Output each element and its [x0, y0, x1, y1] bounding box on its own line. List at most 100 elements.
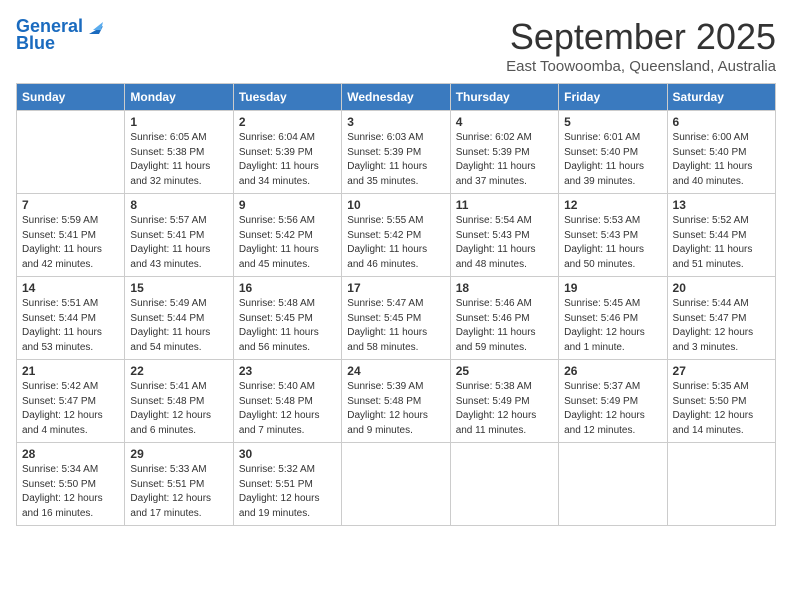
day-number: 28	[22, 447, 119, 461]
day-cell	[667, 443, 775, 526]
day-info: Sunrise: 5:35 AMSunset: 5:50 PMDaylight:…	[673, 381, 754, 436]
day-number: 27	[673, 364, 770, 378]
header-cell-thursday: Thursday	[450, 84, 558, 111]
day-cell: 5 Sunrise: 6:01 AMSunset: 5:40 PMDayligh…	[559, 111, 667, 194]
header-cell-friday: Friday	[559, 84, 667, 111]
day-cell: 18 Sunrise: 5:46 AMSunset: 5:46 PMDaylig…	[450, 277, 558, 360]
day-number: 10	[347, 198, 444, 212]
logo-icon	[85, 16, 107, 38]
day-number: 8	[130, 198, 227, 212]
day-info: Sunrise: 5:32 AMSunset: 5:51 PMDaylight:…	[239, 464, 320, 519]
day-info: Sunrise: 5:41 AMSunset: 5:48 PMDaylight:…	[130, 381, 211, 436]
day-cell: 19 Sunrise: 5:45 AMSunset: 5:46 PMDaylig…	[559, 277, 667, 360]
day-cell: 21 Sunrise: 5:42 AMSunset: 5:47 PMDaylig…	[17, 360, 125, 443]
day-info: Sunrise: 5:44 AMSunset: 5:47 PMDaylight:…	[673, 298, 754, 353]
header-cell-monday: Monday	[125, 84, 233, 111]
day-info: Sunrise: 6:05 AMSunset: 5:38 PMDaylight:…	[130, 132, 210, 187]
header-cell-sunday: Sunday	[17, 84, 125, 111]
day-info: Sunrise: 6:01 AMSunset: 5:40 PMDaylight:…	[564, 132, 644, 187]
day-cell: 9 Sunrise: 5:56 AMSunset: 5:42 PMDayligh…	[233, 194, 341, 277]
day-info: Sunrise: 5:39 AMSunset: 5:48 PMDaylight:…	[347, 381, 428, 436]
day-info: Sunrise: 5:45 AMSunset: 5:46 PMDaylight:…	[564, 298, 645, 353]
day-info: Sunrise: 6:02 AMSunset: 5:39 PMDaylight:…	[456, 132, 536, 187]
day-cell: 3 Sunrise: 6:03 AMSunset: 5:39 PMDayligh…	[342, 111, 450, 194]
header-row: SundayMondayTuesdayWednesdayThursdayFrid…	[17, 84, 776, 111]
header-cell-saturday: Saturday	[667, 84, 775, 111]
day-cell: 13 Sunrise: 5:52 AMSunset: 5:44 PMDaylig…	[667, 194, 775, 277]
day-cell: 25 Sunrise: 5:38 AMSunset: 5:49 PMDaylig…	[450, 360, 558, 443]
day-cell: 12 Sunrise: 5:53 AMSunset: 5:43 PMDaylig…	[559, 194, 667, 277]
day-cell: 20 Sunrise: 5:44 AMSunset: 5:47 PMDaylig…	[667, 277, 775, 360]
day-number: 7	[22, 198, 119, 212]
day-info: Sunrise: 5:56 AMSunset: 5:42 PMDaylight:…	[239, 215, 319, 270]
day-number: 6	[673, 115, 770, 129]
day-info: Sunrise: 5:52 AMSunset: 5:44 PMDaylight:…	[673, 215, 753, 270]
day-info: Sunrise: 6:00 AMSunset: 5:40 PMDaylight:…	[673, 132, 753, 187]
logo-text-blue: Blue	[16, 34, 55, 54]
subtitle: East Toowoomba, Queensland, Australia	[506, 58, 776, 75]
day-cell: 24 Sunrise: 5:39 AMSunset: 5:48 PMDaylig…	[342, 360, 450, 443]
day-cell: 17 Sunrise: 5:47 AMSunset: 5:45 PMDaylig…	[342, 277, 450, 360]
day-number: 5	[564, 115, 661, 129]
day-info: Sunrise: 5:37 AMSunset: 5:49 PMDaylight:…	[564, 381, 645, 436]
day-number: 26	[564, 364, 661, 378]
day-cell: 30 Sunrise: 5:32 AMSunset: 5:51 PMDaylig…	[233, 443, 341, 526]
day-number: 23	[239, 364, 336, 378]
day-number: 30	[239, 447, 336, 461]
month-title: September 2025	[506, 16, 776, 58]
week-row-1: 1 Sunrise: 6:05 AMSunset: 5:38 PMDayligh…	[17, 111, 776, 194]
day-cell: 26 Sunrise: 5:37 AMSunset: 5:49 PMDaylig…	[559, 360, 667, 443]
week-row-5: 28 Sunrise: 5:34 AMSunset: 5:50 PMDaylig…	[17, 443, 776, 526]
day-info: Sunrise: 5:48 AMSunset: 5:45 PMDaylight:…	[239, 298, 319, 353]
day-info: Sunrise: 5:57 AMSunset: 5:41 PMDaylight:…	[130, 215, 210, 270]
day-cell: 7 Sunrise: 5:59 AMSunset: 5:41 PMDayligh…	[17, 194, 125, 277]
day-number: 24	[347, 364, 444, 378]
day-cell: 10 Sunrise: 5:55 AMSunset: 5:42 PMDaylig…	[342, 194, 450, 277]
day-number: 25	[456, 364, 553, 378]
day-number: 12	[564, 198, 661, 212]
day-cell: 15 Sunrise: 5:49 AMSunset: 5:44 PMDaylig…	[125, 277, 233, 360]
day-info: Sunrise: 5:55 AMSunset: 5:42 PMDaylight:…	[347, 215, 427, 270]
week-row-2: 7 Sunrise: 5:59 AMSunset: 5:41 PMDayligh…	[17, 194, 776, 277]
day-cell	[342, 443, 450, 526]
day-cell: 29 Sunrise: 5:33 AMSunset: 5:51 PMDaylig…	[125, 443, 233, 526]
day-info: Sunrise: 5:59 AMSunset: 5:41 PMDaylight:…	[22, 215, 102, 270]
week-row-4: 21 Sunrise: 5:42 AMSunset: 5:47 PMDaylig…	[17, 360, 776, 443]
day-number: 13	[673, 198, 770, 212]
day-cell: 22 Sunrise: 5:41 AMSunset: 5:48 PMDaylig…	[125, 360, 233, 443]
day-info: Sunrise: 5:49 AMSunset: 5:44 PMDaylight:…	[130, 298, 210, 353]
day-number: 1	[130, 115, 227, 129]
week-row-3: 14 Sunrise: 5:51 AMSunset: 5:44 PMDaylig…	[17, 277, 776, 360]
day-info: Sunrise: 5:46 AMSunset: 5:46 PMDaylight:…	[456, 298, 536, 353]
day-number: 11	[456, 198, 553, 212]
day-cell: 23 Sunrise: 5:40 AMSunset: 5:48 PMDaylig…	[233, 360, 341, 443]
header-cell-wednesday: Wednesday	[342, 84, 450, 111]
day-info: Sunrise: 5:34 AMSunset: 5:50 PMDaylight:…	[22, 464, 103, 519]
day-number: 14	[22, 281, 119, 295]
day-number: 18	[456, 281, 553, 295]
day-number: 15	[130, 281, 227, 295]
page-header: General Blue September 2025 East Toowoom…	[16, 16, 776, 75]
day-info: Sunrise: 6:04 AMSunset: 5:39 PMDaylight:…	[239, 132, 319, 187]
day-info: Sunrise: 5:40 AMSunset: 5:48 PMDaylight:…	[239, 381, 320, 436]
day-cell: 6 Sunrise: 6:00 AMSunset: 5:40 PMDayligh…	[667, 111, 775, 194]
day-cell: 8 Sunrise: 5:57 AMSunset: 5:41 PMDayligh…	[125, 194, 233, 277]
day-info: Sunrise: 5:54 AMSunset: 5:43 PMDaylight:…	[456, 215, 536, 270]
day-info: Sunrise: 5:33 AMSunset: 5:51 PMDaylight:…	[130, 464, 211, 519]
day-info: Sunrise: 5:47 AMSunset: 5:45 PMDaylight:…	[347, 298, 427, 353]
day-number: 20	[673, 281, 770, 295]
day-info: Sunrise: 5:38 AMSunset: 5:49 PMDaylight:…	[456, 381, 537, 436]
day-cell: 16 Sunrise: 5:48 AMSunset: 5:45 PMDaylig…	[233, 277, 341, 360]
day-info: Sunrise: 5:51 AMSunset: 5:44 PMDaylight:…	[22, 298, 102, 353]
header-cell-tuesday: Tuesday	[233, 84, 341, 111]
day-cell	[450, 443, 558, 526]
day-number: 22	[130, 364, 227, 378]
day-cell	[17, 111, 125, 194]
day-number: 19	[564, 281, 661, 295]
day-cell: 14 Sunrise: 5:51 AMSunset: 5:44 PMDaylig…	[17, 277, 125, 360]
day-info: Sunrise: 6:03 AMSunset: 5:39 PMDaylight:…	[347, 132, 427, 187]
day-cell	[559, 443, 667, 526]
day-number: 9	[239, 198, 336, 212]
day-info: Sunrise: 5:42 AMSunset: 5:47 PMDaylight:…	[22, 381, 103, 436]
day-number: 17	[347, 281, 444, 295]
